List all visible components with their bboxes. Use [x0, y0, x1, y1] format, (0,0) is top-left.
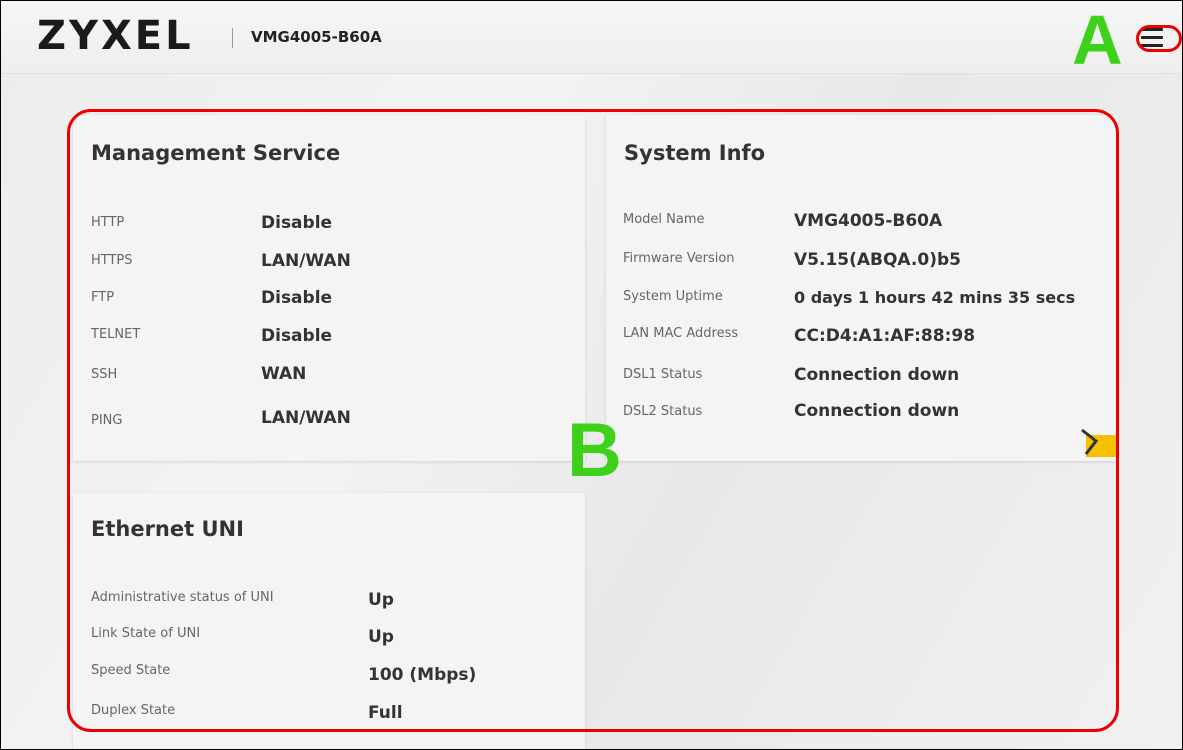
sys-label-uptime: System Uptime [623, 289, 723, 304]
mgmt-value-ping: LAN/WAN [261, 408, 351, 428]
mgmt-value-ssh: WAN [261, 364, 307, 384]
header-divider [232, 28, 233, 48]
eth-value-link: Up [368, 627, 394, 647]
sys-label-mac: LAN MAC Address [623, 326, 739, 341]
device-model-title: VMG4005-B60A [251, 28, 382, 46]
ethernet-uni-card: Ethernet UNI Administrative status of UN… [73, 493, 585, 749]
system-info-card: System Info Model Name VMG4005-B60A Firm… [606, 115, 1118, 461]
eth-value-admin: Up [368, 590, 394, 610]
menu-highlight-outline [1136, 25, 1182, 52]
eth-label-admin: Administrative status of UNI [91, 590, 274, 605]
sys-label-firmware: Firmware Version [623, 251, 735, 266]
mgmt-value-ftp: Disable [261, 288, 333, 308]
management-service-card: Management Service HTTP Disable HTTPS LA… [73, 115, 585, 461]
top-header: ZYXEL VMG4005-B60A [1, 1, 1182, 74]
sys-value-dsl1: Connection down [794, 365, 960, 385]
sys-value-mac: CC:D4:A1:AF:88:98 [794, 326, 976, 346]
eth-label-duplex: Duplex State [91, 703, 176, 718]
sys-value-dsl2: Connection down [794, 401, 960, 421]
eth-value-duplex: Full [368, 703, 403, 723]
mgmt-value-http: Disable [261, 213, 333, 233]
ethernet-uni-title: Ethernet UNI [91, 517, 244, 541]
sys-label-model: Model Name [623, 212, 705, 227]
chevron-right-icon[interactable] [1076, 424, 1118, 458]
sys-value-uptime: 0 days 1 hours 42 mins 35 secs [794, 288, 1076, 307]
sys-label-dsl1: DSL1 Status [623, 367, 703, 382]
sys-value-firmware: V5.15(ABQA.0)b5 [794, 250, 961, 270]
mgmt-label-telnet: TELNET [91, 327, 141, 342]
mgmt-label-ping: PING [91, 413, 123, 428]
mgmt-label-https: HTTPS [91, 253, 133, 268]
zyxel-logo: ZYXEL [37, 13, 194, 59]
mgmt-value-https: LAN/WAN [261, 251, 351, 271]
sys-label-dsl2: DSL2 Status [623, 404, 703, 419]
callout-label-b: B [567, 408, 622, 493]
system-info-title: System Info [624, 141, 766, 165]
mgmt-label-http: HTTP [91, 215, 125, 230]
sys-value-model: VMG4005-B60A [794, 211, 943, 231]
management-service-title: Management Service [91, 141, 341, 165]
callout-label-a: A [1072, 1, 1123, 79]
eth-label-link: Link State of UNI [91, 626, 201, 641]
page-frame: ZYXEL VMG4005-B60A Management Service HT… [0, 0, 1183, 750]
mgmt-value-telnet: Disable [261, 326, 333, 346]
mgmt-label-ftp: FTP [91, 290, 115, 305]
mgmt-label-ssh: SSH [91, 367, 118, 382]
eth-value-speed: 100 (Mbps) [368, 665, 477, 685]
eth-label-speed: Speed State [91, 663, 171, 678]
